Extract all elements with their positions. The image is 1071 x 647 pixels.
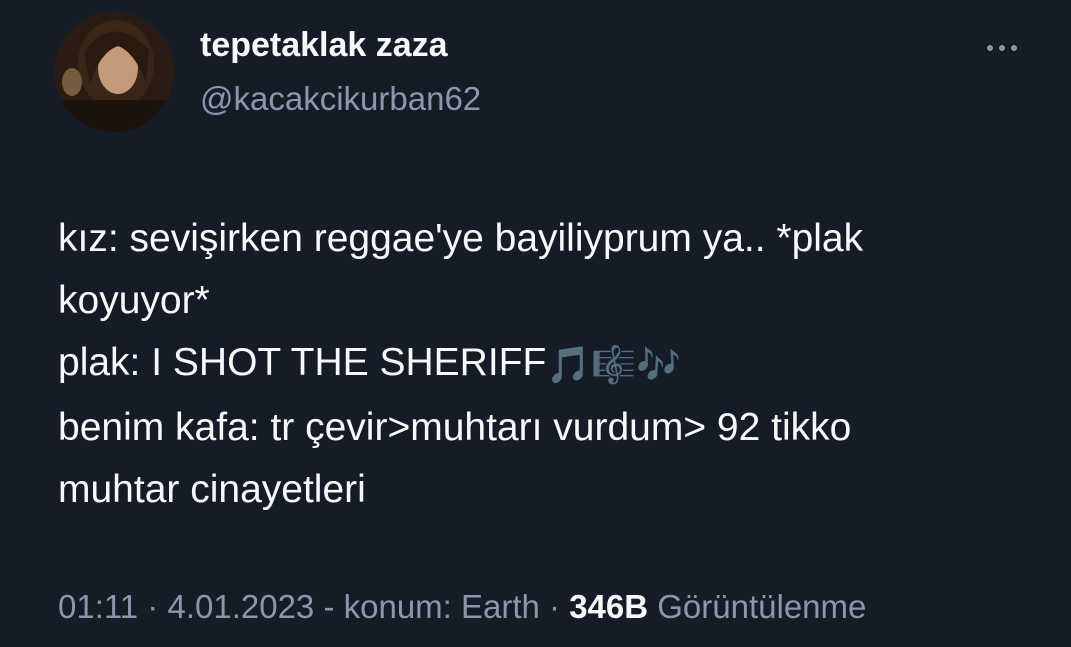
views-count: 346B: [569, 588, 649, 625]
display-name[interactable]: tepetaklak zaza: [200, 26, 448, 65]
separator: ·: [539, 588, 570, 625]
musical-score-icon: 🎼: [591, 345, 636, 386]
tweet-line: muhtar cinayetleri: [58, 468, 366, 511]
tweet-date[interactable]: 4.01.2023: [167, 588, 314, 625]
tweet-meta: 01:11 · 4.01.2023 - konum: Earth · 346B …: [58, 588, 866, 626]
tweet-text: kız: sevişirken reggae'ye bayiliyprum ya…: [58, 208, 1048, 521]
separator: ·: [138, 588, 168, 625]
tweet-line: koyuyor*: [58, 279, 210, 322]
views-label: Görüntülenme: [648, 588, 867, 625]
user-handle[interactable]: @kacakcikurban62: [200, 80, 481, 118]
tweet-line: plak: I SHOT THE SHERIFF🎵🎼🎶: [58, 332, 1048, 397]
more-horizontal-icon: [987, 45, 993, 51]
tweet-card: tepetaklak zaza @kacakcikurban62 kız: se…: [0, 0, 1071, 647]
more-options-button[interactable]: [982, 28, 1022, 68]
tweet-line: kız: sevişirken reggae'ye bayiliyprum ya…: [58, 217, 864, 260]
tweet-line-text: plak: I SHOT THE SHERIFF: [58, 341, 547, 384]
tweet-location: - konum: Earth: [314, 588, 540, 625]
musical-notes-icon: 🎶: [635, 345, 681, 386]
tweet-line: benim kafa: tr çevir>muhtarı vurdum> 92 …: [58, 406, 852, 449]
avatar-image: [54, 12, 174, 132]
avatar[interactable]: [54, 12, 174, 132]
musical-note-icon: 🎵: [546, 345, 592, 386]
tweet-time[interactable]: 01:11: [58, 588, 138, 625]
